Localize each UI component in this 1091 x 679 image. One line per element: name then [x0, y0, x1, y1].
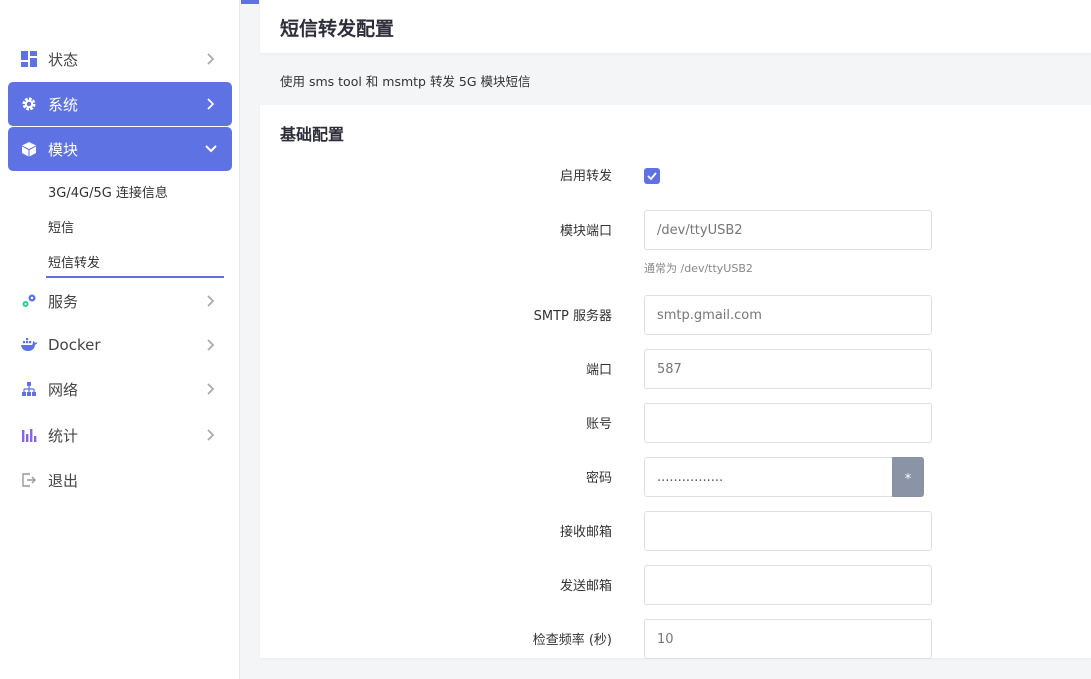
sidebar: 状态 系统 模块 3G/4G/5G 连接信息 短信 短信转发 服务 Docker	[0, 0, 240, 679]
top-accent-bar	[241, 0, 259, 4]
sidebar-item-label: 统计	[48, 426, 79, 445]
config-card: 基础配置 启用转发 模块端口 通常为 /dev/ttyUSB2 SMTP 服务器…	[260, 105, 1091, 659]
active-subitem-underline	[46, 276, 224, 278]
bar-chart-icon	[20, 426, 38, 444]
module-port-label: 模块端口	[559, 224, 612, 239]
chevron-down-icon	[202, 140, 220, 158]
sidebar-item-stats[interactable]: 统计	[8, 413, 232, 457]
module-port-hint: 通常为 /dev/ttyUSB2	[644, 262, 753, 275]
sidebar-item-label: 状态	[48, 50, 79, 69]
sidebar-item-services[interactable]: 服务	[8, 279, 232, 323]
sidebar-item-logout[interactable]: 退出	[8, 458, 232, 502]
page-title: 短信转发配置	[280, 18, 395, 40]
account-input[interactable]	[644, 403, 932, 443]
sidebar-item-module[interactable]: 模块	[8, 127, 232, 171]
chevron-right-icon	[202, 426, 220, 444]
sidebar-item-label: Docker	[48, 336, 101, 354]
gear-icon	[20, 95, 38, 113]
enable-label: 启用转发	[559, 169, 612, 184]
check-icon	[647, 172, 657, 180]
page-description: 使用 sms tool 和 msmtp 转发 5G 模块短信	[280, 74, 531, 89]
account-label: 账号	[585, 417, 612, 432]
sidebar-item-docker[interactable]: Docker	[8, 323, 232, 367]
send-mail-label: 发送邮箱	[559, 579, 612, 594]
chevron-right-icon	[202, 292, 220, 310]
sidebar-item-label: 系统	[48, 95, 79, 114]
chevron-right-icon	[202, 336, 220, 354]
sidebar-item-label: 退出	[48, 471, 79, 490]
sidebar-item-label: 服务	[48, 292, 79, 311]
interval-label: 检查频率 (秒)	[532, 633, 612, 648]
password-input[interactable]	[644, 457, 894, 497]
smtp-server-label: SMTP 服务器	[533, 309, 612, 324]
smtp-port-input[interactable]	[644, 349, 932, 389]
smtp-server-input[interactable]	[644, 295, 932, 335]
recv-mail-label: 接收邮箱	[559, 525, 612, 540]
smtp-port-label: 端口	[585, 363, 612, 378]
chevron-right-icon	[202, 50, 220, 68]
page-header: 短信转发配置	[260, 0, 1091, 53]
services-icon	[20, 292, 38, 310]
password-label: 密码	[585, 471, 612, 486]
sidebar-item-network[interactable]: 网络	[8, 367, 232, 411]
interval-input[interactable]	[644, 619, 932, 659]
dashboard-icon	[20, 50, 38, 68]
send-mail-input[interactable]	[644, 565, 932, 605]
cube-icon	[20, 140, 38, 158]
sidebar-item-label: 模块	[48, 140, 79, 159]
reveal-password-button[interactable]: *	[892, 457, 924, 497]
network-icon	[20, 380, 38, 398]
logout-icon	[20, 471, 38, 489]
chevron-right-icon	[202, 380, 220, 398]
sidebar-subitem-sms-forward[interactable]: 短信转发	[48, 252, 100, 271]
enable-checkbox[interactable]	[644, 168, 660, 184]
sidebar-item-label: 网络	[48, 380, 79, 399]
module-port-input[interactable]	[644, 210, 932, 250]
recv-mail-input[interactable]	[644, 511, 932, 551]
sidebar-subitem-connection-info[interactable]: 3G/4G/5G 连接信息	[48, 182, 168, 201]
docker-icon	[20, 336, 38, 354]
chevron-right-icon	[202, 95, 220, 113]
section-title: 基础配置	[280, 125, 345, 144]
sidebar-item-status[interactable]: 状态	[8, 37, 232, 81]
sidebar-subitem-sms[interactable]: 短信	[48, 217, 74, 236]
sidebar-item-system[interactable]: 系统	[8, 82, 232, 126]
